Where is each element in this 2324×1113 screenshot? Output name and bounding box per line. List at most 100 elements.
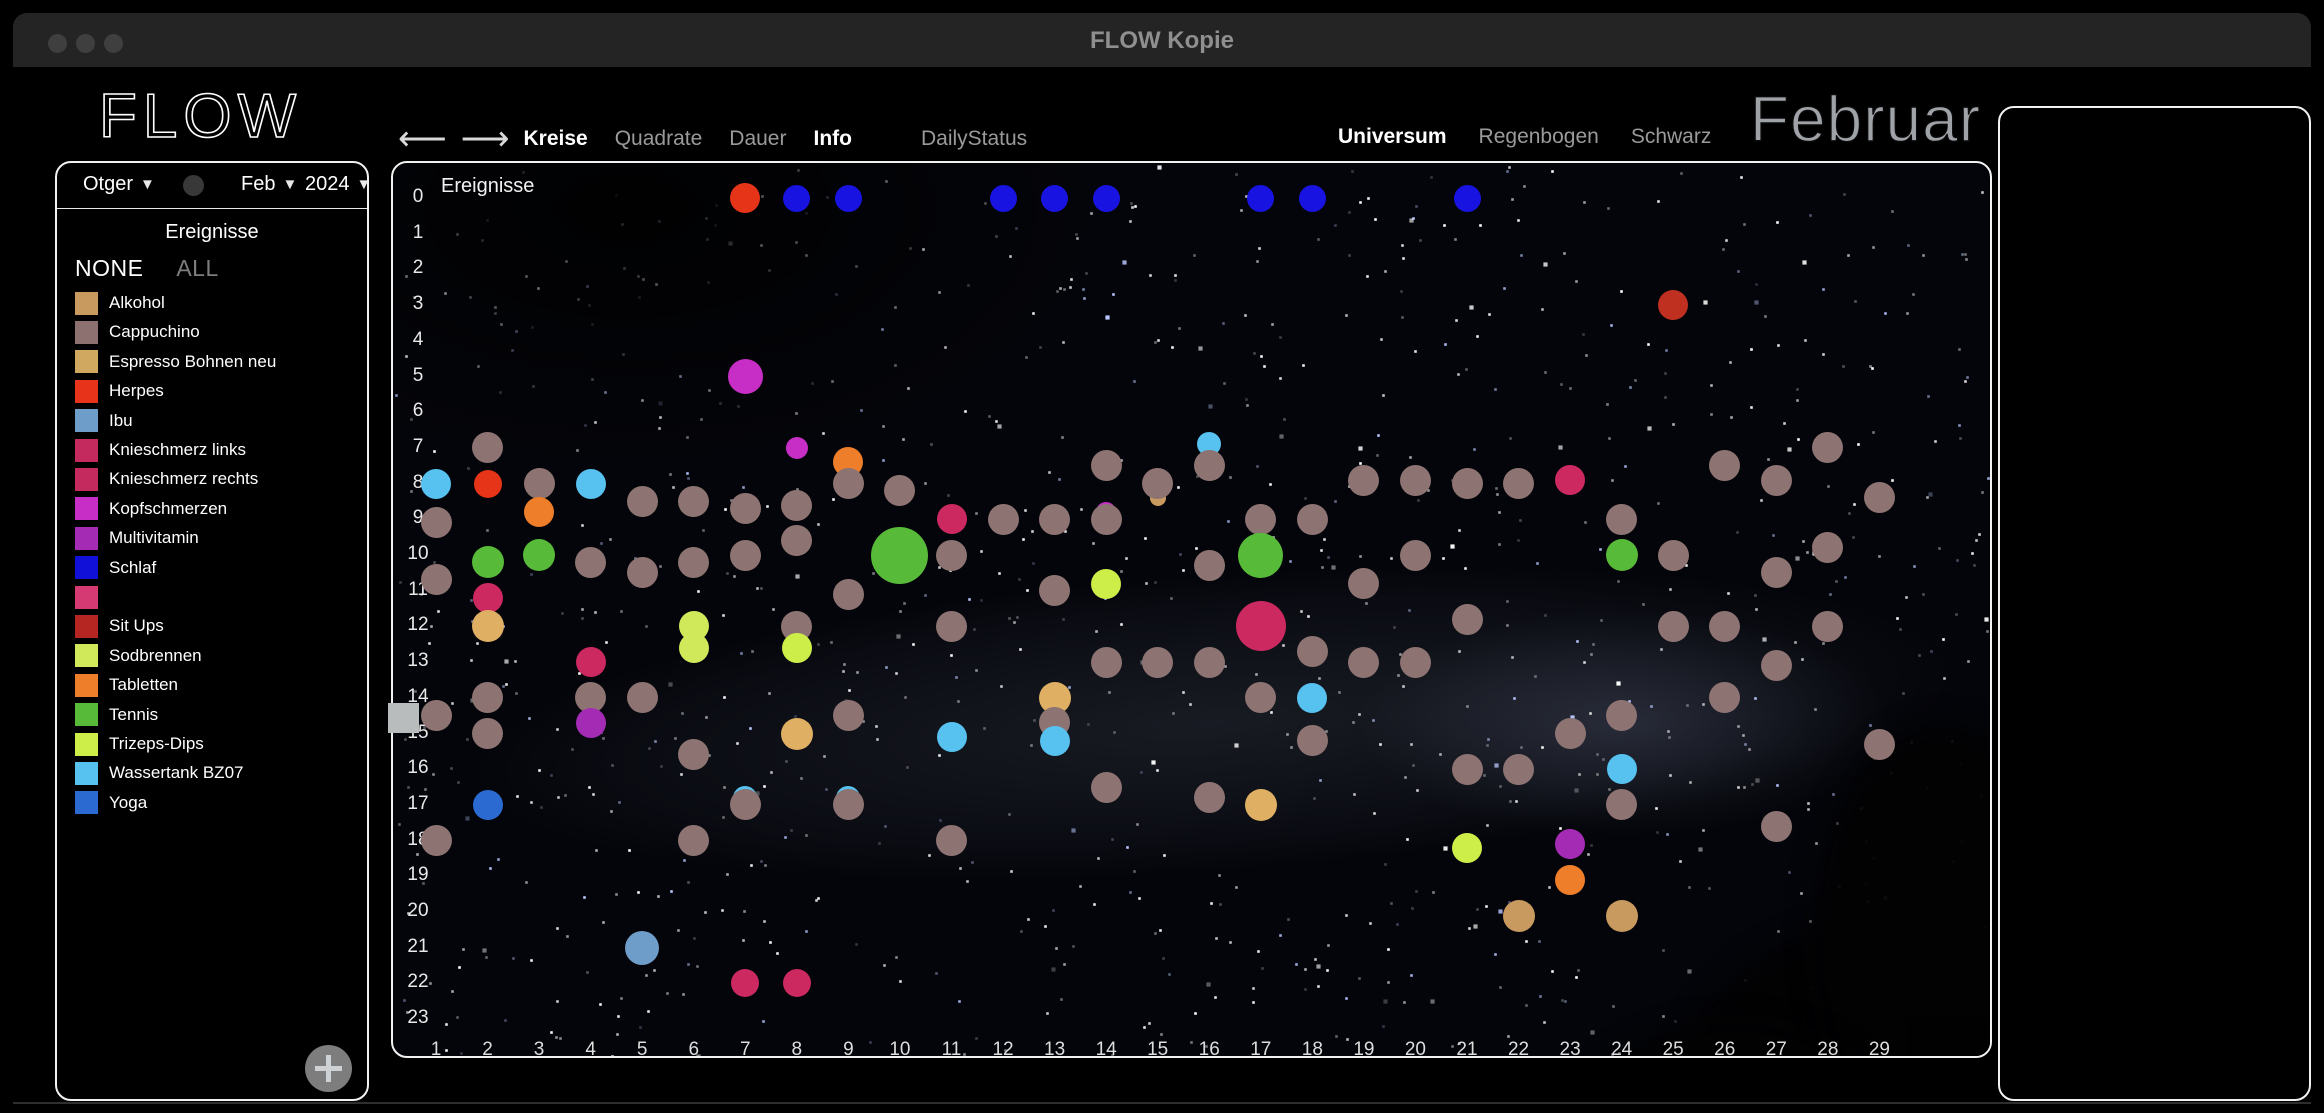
event-dot[interactable]: [781, 718, 813, 750]
event-dot[interactable]: [474, 470, 502, 498]
event-dot[interactable]: [782, 633, 812, 663]
event-dot[interactable]: [576, 647, 606, 677]
event-dot[interactable]: [421, 469, 451, 499]
add-event-button[interactable]: [305, 1045, 352, 1092]
event-dot[interactable]: [421, 700, 452, 731]
axis-marker[interactable]: [388, 703, 419, 733]
event-dot[interactable]: [936, 611, 967, 642]
event-dot[interactable]: [730, 493, 761, 524]
legend-item[interactable]: Cappuchino: [75, 320, 200, 344]
event-dot[interactable]: [1452, 833, 1482, 863]
event-dot[interactable]: [1039, 504, 1070, 535]
event-dot[interactable]: [523, 539, 555, 571]
legend-item[interactable]: [75, 585, 109, 609]
event-dot[interactable]: [937, 722, 967, 752]
tab-kreise[interactable]: Kreise: [524, 127, 588, 151]
event-dot[interactable]: [1041, 185, 1068, 212]
tab-dailystatus[interactable]: DailyStatus: [921, 127, 1027, 151]
theme-tab-universum[interactable]: Universum: [1338, 125, 1447, 149]
legend-item[interactable]: Sodbrennen: [75, 644, 202, 668]
event-dot[interactable]: [575, 547, 606, 578]
event-dot[interactable]: [936, 825, 967, 856]
event-dot[interactable]: [1400, 465, 1431, 496]
event-dot[interactable]: [421, 564, 452, 595]
legend-item[interactable]: Multivitamin: [75, 526, 199, 550]
event-dot[interactable]: [1299, 185, 1326, 212]
legend-item[interactable]: Tabletten: [75, 673, 178, 697]
event-dot[interactable]: [421, 507, 452, 538]
event-dot[interactable]: [627, 557, 658, 588]
event-dot[interactable]: [835, 185, 862, 212]
event-dot[interactable]: [786, 437, 808, 459]
event-dot[interactable]: [1555, 718, 1586, 749]
event-dot[interactable]: [1555, 465, 1585, 495]
legend-item[interactable]: Herpes: [75, 379, 164, 403]
forward-arrow-icon[interactable]: ⟶: [461, 124, 510, 154]
event-dot[interactable]: [1761, 811, 1792, 842]
event-dot[interactable]: [473, 790, 503, 820]
event-dot[interactable]: [1503, 754, 1534, 785]
event-dot[interactable]: [1245, 504, 1276, 535]
event-dot[interactable]: [473, 583, 503, 613]
event-dot[interactable]: [1452, 468, 1483, 499]
event-dot[interactable]: [1761, 557, 1792, 588]
event-dot[interactable]: [472, 610, 504, 642]
event-dot[interactable]: [1091, 504, 1122, 535]
none-button[interactable]: NONE: [75, 255, 143, 281]
event-dot[interactable]: [524, 468, 555, 499]
event-dot[interactable]: [1091, 647, 1122, 678]
event-dot[interactable]: [1709, 611, 1740, 642]
event-dot[interactable]: [678, 486, 709, 517]
legend-item[interactable]: Alkohol: [75, 291, 165, 315]
tab-dauer[interactable]: Dauer: [729, 127, 786, 151]
event-dot[interactable]: [472, 546, 504, 578]
event-dot[interactable]: [1091, 569, 1121, 599]
event-dot[interactable]: [833, 700, 864, 731]
event-dot[interactable]: [730, 540, 761, 571]
event-dot[interactable]: [1297, 725, 1328, 756]
event-dot[interactable]: [1091, 772, 1122, 803]
event-dot[interactable]: [627, 682, 658, 713]
event-dot[interactable]: [421, 825, 452, 856]
event-dot[interactable]: [1245, 789, 1277, 821]
legend-item[interactable]: Knieschmerz rechts: [75, 467, 258, 491]
event-dot[interactable]: [627, 486, 658, 517]
event-dot[interactable]: [1348, 647, 1379, 678]
event-dot[interactable]: [1236, 601, 1286, 651]
month-select[interactable]: Feb ▼: [241, 173, 297, 196]
event-dot[interactable]: [1761, 465, 1792, 496]
event-dot[interactable]: [1093, 185, 1120, 212]
event-dot[interactable]: [781, 490, 812, 521]
event-dot[interactable]: [728, 359, 763, 394]
theme-tab-regenbogen[interactable]: Regenbogen: [1479, 125, 1599, 149]
tab-info[interactable]: Info: [813, 127, 851, 151]
event-dot[interactable]: [1503, 468, 1534, 499]
legend-item[interactable]: Espresso Bohnen neu: [75, 350, 276, 374]
event-dot[interactable]: [1297, 504, 1328, 535]
back-arrow-icon[interactable]: ⟵: [398, 124, 447, 154]
event-dot[interactable]: [1761, 650, 1792, 681]
user-select[interactable]: Otger ▼: [83, 173, 155, 196]
event-dot[interactable]: [1194, 450, 1225, 481]
event-dot[interactable]: [1142, 647, 1173, 678]
event-dot[interactable]: [936, 540, 967, 571]
event-dot[interactable]: [871, 527, 928, 584]
all-button[interactable]: ALL: [176, 255, 218, 281]
event-dot[interactable]: [1400, 647, 1431, 678]
event-dot[interactable]: [1864, 729, 1895, 760]
event-dot[interactable]: [1606, 539, 1638, 571]
event-dot[interactable]: [833, 579, 864, 610]
event-dot[interactable]: [1658, 540, 1689, 571]
event-dot[interactable]: [783, 185, 810, 212]
legend-item[interactable]: Yoga: [75, 791, 147, 815]
legend-item[interactable]: Wassertank BZ07: [75, 761, 243, 785]
event-dot[interactable]: [1503, 900, 1535, 932]
event-dot[interactable]: [1606, 900, 1638, 932]
event-dot[interactable]: [1194, 782, 1225, 813]
event-dot[interactable]: [576, 708, 606, 738]
event-dot[interactable]: [833, 468, 864, 499]
legend-item[interactable]: Knieschmerz links: [75, 438, 246, 462]
event-dot[interactable]: [1454, 185, 1481, 212]
event-dot[interactable]: [1452, 754, 1483, 785]
event-dot[interactable]: [988, 504, 1019, 535]
